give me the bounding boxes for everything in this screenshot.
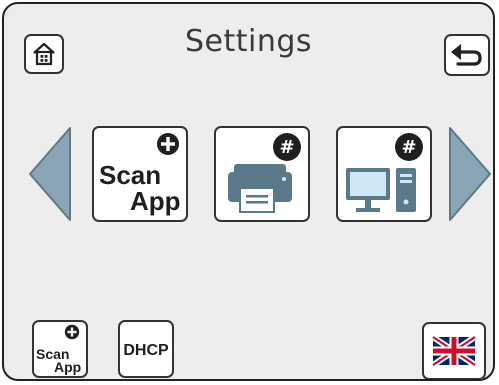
computer-tile[interactable]: # xyxy=(336,126,432,222)
language-button[interactable] xyxy=(422,322,486,379)
dhcp-button[interactable]: DHCP xyxy=(118,320,174,378)
back-button[interactable] xyxy=(444,34,490,76)
scan-app-shortcut-button[interactable]: Scan App xyxy=(32,320,88,378)
next-page-arrow[interactable] xyxy=(448,126,492,222)
uk-flag-icon xyxy=(431,334,477,368)
previous-page-arrow[interactable] xyxy=(28,126,72,222)
plus-icon xyxy=(157,133,179,155)
dhcp-label: DHCP xyxy=(123,342,169,359)
back-arrow-icon xyxy=(451,44,482,66)
scan-app-line2: App xyxy=(54,359,82,375)
scan-app-line2: App xyxy=(130,186,181,216)
svg-text:#: # xyxy=(401,137,416,158)
plus-icon xyxy=(64,324,80,340)
settings-screen: Settings Scan App # # Scan App DHCP xyxy=(2,2,495,381)
printer-tile[interactable]: # xyxy=(214,126,310,222)
page-title: Settings xyxy=(184,24,313,59)
scan-app-line1: Scan xyxy=(99,160,162,190)
hash-icon: # xyxy=(395,133,423,161)
svg-text:#: # xyxy=(279,137,294,158)
hash-icon: # xyxy=(273,133,301,161)
scan-app-add-tile[interactable]: Scan App xyxy=(92,126,188,222)
